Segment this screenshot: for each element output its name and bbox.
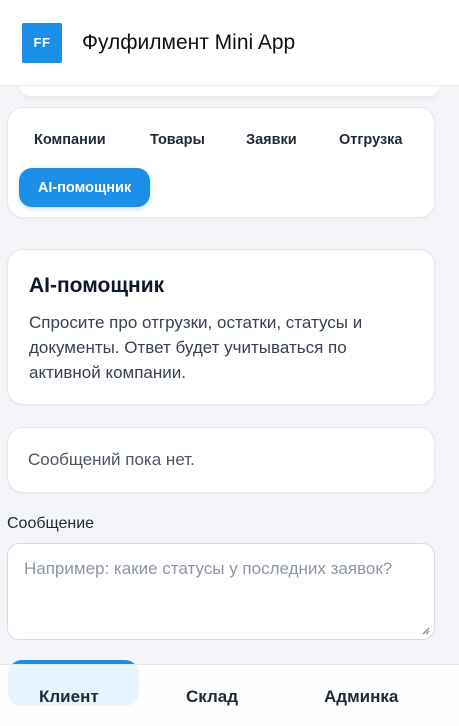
tab-goods[interactable]: Товары xyxy=(150,130,205,150)
section-tabs: Компании Товары Заявки Отгрузка AI-помощ… xyxy=(7,107,435,218)
app-root: FF Фулфилмент Mini App Компании Товары З… xyxy=(0,0,459,726)
messages-empty-state: Сообщений пока нет. xyxy=(28,450,195,469)
assistant-title: AI-помощник xyxy=(29,274,165,297)
tab-ai-assistant[interactable]: AI-помощник xyxy=(19,168,150,207)
scrolled-card-edge xyxy=(20,86,439,96)
tab-orders[interactable]: Заявки xyxy=(246,130,297,150)
nav-admin[interactable]: Админка xyxy=(324,687,398,707)
app-title: Фулфилмент Mini App xyxy=(82,30,296,54)
resize-handle-icon[interactable] xyxy=(422,627,430,635)
assistant-intro-card: AI-помощник Спросите про отгрузки, остат… xyxy=(7,249,435,405)
app-header: FF Фулфилмент Mini App xyxy=(0,0,459,86)
tab-shipping[interactable]: Отгрузка xyxy=(339,130,403,150)
tab-companies[interactable]: Компании xyxy=(34,130,106,150)
message-input[interactable] xyxy=(24,556,418,627)
messages-panel: Сообщений пока нет. xyxy=(7,427,435,493)
message-field xyxy=(7,543,435,640)
app-logo: FF xyxy=(22,22,62,63)
nav-warehouse[interactable]: Склад xyxy=(186,687,238,707)
bottom-nav: Клиент Склад Админка xyxy=(0,664,459,726)
message-label: Сообщение xyxy=(7,515,95,532)
assistant-description: Спросите про отгрузки, остатки, статусы … xyxy=(29,313,363,382)
nav-client[interactable]: Клиент xyxy=(39,687,99,707)
